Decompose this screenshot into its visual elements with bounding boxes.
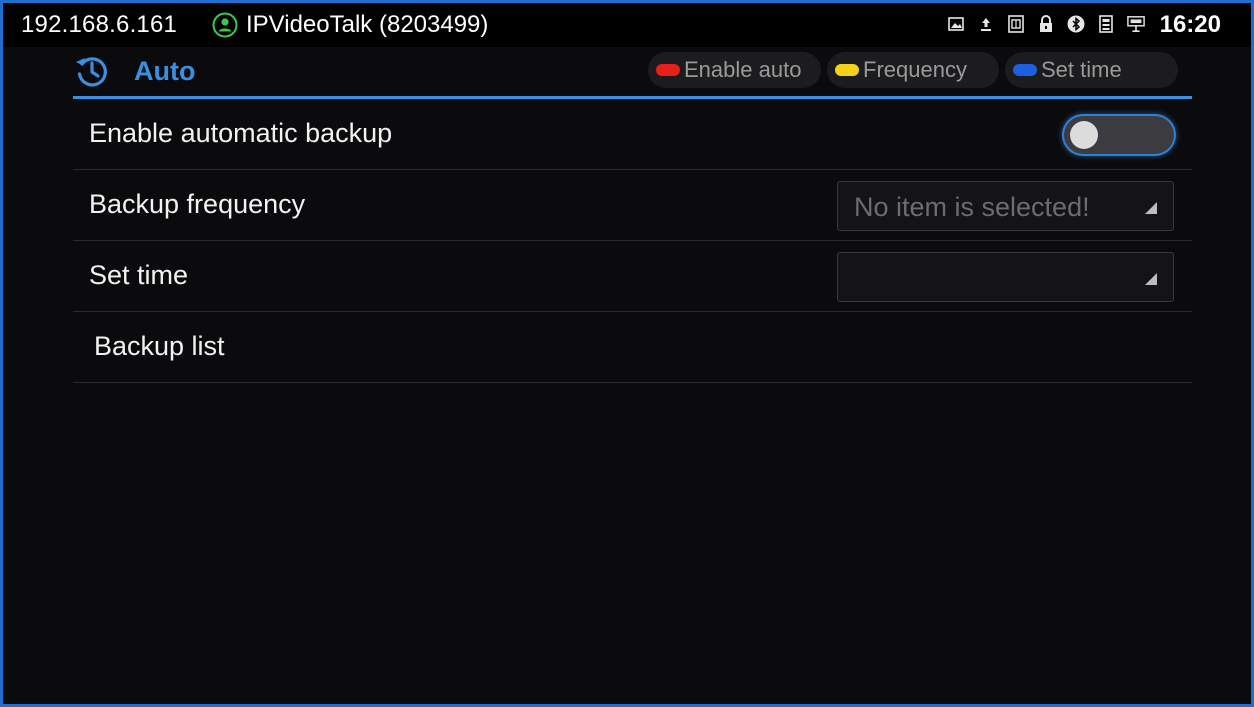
row-label: Enable automatic backup: [89, 118, 393, 148]
app-indicator: IPVideoTalk (8203499): [212, 11, 488, 39]
toggle-knob: [1070, 121, 1098, 149]
dropdown-arrow-icon: [1145, 273, 1157, 285]
legend-label: Set time: [1041, 57, 1122, 82]
upload-icon: [977, 14, 995, 34]
setting-row-backup-list[interactable]: Backup list: [73, 312, 1192, 383]
clock: 16:20: [1159, 11, 1221, 38]
enable-backup-toggle[interactable]: [1064, 116, 1174, 154]
image-icon: [947, 14, 965, 34]
ethernet-icon: [1127, 14, 1145, 34]
setting-row-enable-backup[interactable]: Enable automatic backup: [73, 99, 1192, 170]
yellow-dot-icon: [835, 64, 859, 76]
set-time-select[interactable]: [837, 252, 1174, 302]
section-header: Auto Enable auto Frequency Set time: [73, 47, 1192, 99]
app-name: IPVideoTalk (8203499): [246, 11, 489, 38]
screen: 192.168.6.161 IPVideoTalk (8203499) 16:2…: [0, 0, 1254, 707]
setting-row-set-time: Set time: [73, 241, 1192, 312]
history-icon: [73, 52, 111, 90]
setting-row-frequency: Backup frequency No item is selected!: [73, 170, 1192, 241]
row-label: Backup frequency: [89, 189, 306, 219]
page-title: Auto: [134, 56, 196, 86]
row-label: Backup list: [94, 331, 225, 361]
contact-icon: [212, 12, 238, 38]
status-bar: 192.168.6.161 IPVideoTalk (8203499) 16:2…: [3, 3, 1251, 47]
sim-icon: [1007, 14, 1025, 34]
status-icons: [947, 14, 1145, 34]
blue-dot-icon: [1013, 64, 1037, 76]
bluetooth-icon: [1067, 14, 1085, 34]
storage-icon: [1097, 14, 1115, 34]
legend-enable-auto: Enable auto: [648, 52, 821, 88]
red-dot-icon: [656, 64, 680, 76]
legend-label: Enable auto: [684, 57, 802, 82]
dropdown-arrow-icon: [1145, 202, 1157, 214]
legend-label: Frequency: [863, 57, 967, 82]
row-label: Set time: [89, 260, 189, 290]
ip-address: 192.168.6.161: [21, 11, 178, 38]
legend-frequency: Frequency: [827, 52, 999, 88]
legend-set-time: Set time: [1005, 52, 1178, 88]
select-value: No item is selected!: [854, 192, 1090, 222]
frequency-select[interactable]: No item is selected!: [837, 181, 1174, 231]
lock-icon: [1037, 14, 1055, 34]
